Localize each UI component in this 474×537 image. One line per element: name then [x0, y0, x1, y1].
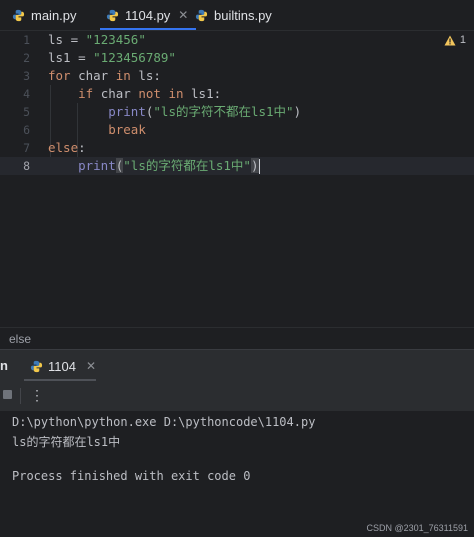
text-caret	[258, 159, 260, 174]
tab-main-py[interactable]: main.py	[12, 0, 77, 30]
tab-label: main.py	[31, 7, 77, 23]
line-number: 4	[23, 87, 30, 101]
code-token: for	[48, 68, 71, 83]
code-token: ls	[48, 32, 64, 47]
tab-label: builtins.py	[214, 7, 272, 23]
code-token: "123456789"	[93, 50, 176, 65]
code-token: ls:	[130, 68, 161, 83]
tab-label: 1104.py	[125, 7, 171, 23]
code-token: if	[78, 86, 94, 101]
code-token: "ls的字符都在ls1中"	[123, 158, 251, 173]
code-editor[interactable]: 1 ls = "123456" 2 ls1 = "123456789" 3 fo…	[0, 31, 474, 327]
console-output[interactable]: D:\python\python.exe D:\pythoncode\1104.…	[0, 411, 474, 537]
code-token: char	[70, 68, 116, 83]
code-line: 2 ls1 = "123456789"	[0, 49, 474, 67]
code-token: =	[70, 50, 94, 65]
inspection-widget[interactable]: 1	[444, 34, 466, 46]
line-number: 8	[23, 159, 30, 173]
breadcrumb[interactable]: else	[0, 327, 474, 349]
tab-builtins-py[interactable]: builtins.py	[195, 0, 272, 30]
python-file-icon	[195, 9, 208, 21]
line-number: 6	[23, 123, 30, 137]
code-token: break	[108, 122, 146, 137]
code-line: 1 ls = "123456"	[0, 31, 474, 49]
run-toolbar: ⋮	[0, 381, 474, 412]
code-token: ls1:	[183, 86, 222, 101]
code-token: in	[168, 86, 184, 101]
code-token: not	[138, 86, 161, 101]
code-line: 7 else:	[0, 139, 474, 157]
code-line-current: 8 print("ls的字符都在ls1中")	[0, 157, 474, 175]
run-panel-title: n	[0, 358, 8, 373]
tab-1104-py[interactable]: 1104.py ✕	[99, 0, 197, 30]
code-line: 3 for char in ls:	[0, 67, 474, 85]
run-tab-1104[interactable]: 1104 ✕	[30, 350, 96, 382]
code-token: else	[48, 140, 79, 155]
watermark: CSDN @2301_76311591	[366, 523, 468, 533]
code-token: "ls的字符不都在ls1中"	[153, 104, 294, 119]
code-token: char	[93, 86, 139, 101]
code-token: =	[63, 32, 86, 47]
line-number: 3	[23, 69, 30, 83]
code-token: "123456"	[85, 32, 146, 47]
code-line: 4 if char not in ls1:	[0, 85, 474, 103]
code-token: :	[78, 140, 86, 155]
code-token: )	[250, 158, 259, 173]
code-line: 5 print("ls的字符不都在ls1中")	[0, 103, 474, 121]
code-token: in	[115, 68, 131, 83]
code-line: 6 break	[0, 121, 474, 139]
code-token: print	[108, 104, 146, 119]
line-number: 7	[23, 141, 30, 155]
close-icon[interactable]: ✕	[178, 8, 188, 22]
stop-icon[interactable]	[3, 390, 12, 399]
run-panel-header: n 1104 ✕	[0, 349, 474, 382]
breadcrumb-item[interactable]: else	[9, 332, 31, 346]
console-line: D:\python\python.exe D:\pythoncode\1104.…	[12, 415, 316, 429]
code-token: print	[78, 158, 116, 173]
console-line: Process finished with exit code 0	[12, 469, 251, 483]
console-line: ls的字符都在ls1中	[12, 435, 121, 449]
divider	[20, 388, 21, 404]
line-number: 5	[23, 105, 30, 119]
more-options-icon[interactable]: ⋮	[30, 385, 44, 405]
line-number: 1	[23, 33, 30, 47]
code-token: ls1	[48, 50, 71, 65]
line-number: 2	[23, 51, 30, 65]
warning-icon	[444, 35, 456, 45]
run-tab-label: 1104	[48, 358, 76, 374]
python-file-icon	[106, 9, 119, 21]
code-token: )	[293, 104, 302, 119]
python-file-icon	[12, 9, 25, 21]
python-file-icon	[30, 360, 43, 372]
close-icon[interactable]: ✕	[86, 359, 96, 373]
warning-count: 1	[459, 34, 466, 46]
editor-tab-bar: main.py 1104.py ✕ builtins.py	[0, 0, 474, 31]
